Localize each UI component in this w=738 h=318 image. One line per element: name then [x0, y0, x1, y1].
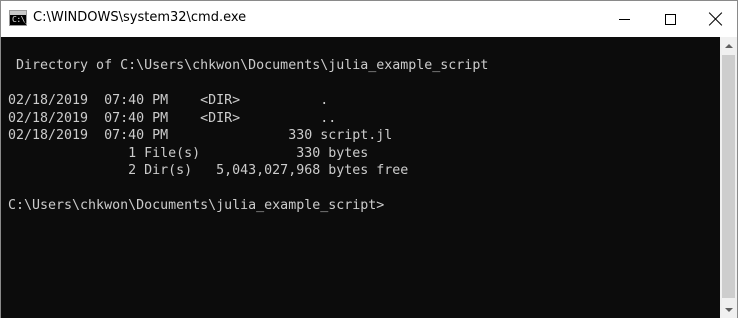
minimize-icon	[618, 18, 630, 20]
console-line: 02/18/2019 07:40 PM 330 script.jl	[8, 128, 393, 143]
console-line: 02/18/2019 07:40 PM <DIR> ..	[8, 110, 337, 126]
window-title: C:\WINDOWS\system32\cmd.exe	[33, 10, 247, 25]
cmd-window: C:\_ C:\WINDOWS\system32\cmd.exe Directo…	[0, 0, 738, 318]
scroll-up-button[interactable]	[720, 37, 737, 54]
console-line: 02/18/2019 07:40 PM <DIR> .	[8, 93, 329, 108]
chevron-up-icon	[724, 43, 733, 48]
maximize-icon	[664, 13, 676, 25]
console-line: 2 Dir(s) 5,043,027,968 bytes free	[8, 163, 409, 178]
close-icon	[709, 12, 723, 26]
minimize-button[interactable]	[601, 1, 647, 37]
cmd-app-icon[interactable]: C:\_	[9, 10, 30, 26]
title-bar[interactable]: C:\_ C:\WINDOWS\system32\cmd.exe	[1, 1, 737, 37]
cmd-app-icon-glyph: C:\_	[12, 15, 30, 24]
console-text: Directory of C:\Users\chkwon\Documents\j…	[8, 57, 488, 215]
maximize-button[interactable]	[647, 1, 693, 37]
vertical-scrollbar[interactable]	[720, 37, 737, 318]
console-line: 1 File(s) 330 bytes	[8, 145, 369, 161]
command-prompt[interactable]: C:\Users\chkwon\Documents\julia_example_…	[8, 197, 488, 215]
chevron-down-icon	[724, 307, 733, 312]
console-output[interactable]: Directory of C:\Users\chkwon\Documents\j…	[1, 37, 720, 318]
scrollbar-thumb[interactable]	[722, 55, 735, 298]
scroll-down-button[interactable]	[720, 301, 737, 318]
close-button[interactable]	[693, 1, 738, 37]
console-line: Directory of C:\Users\chkwon\Documents\j…	[8, 58, 489, 73]
